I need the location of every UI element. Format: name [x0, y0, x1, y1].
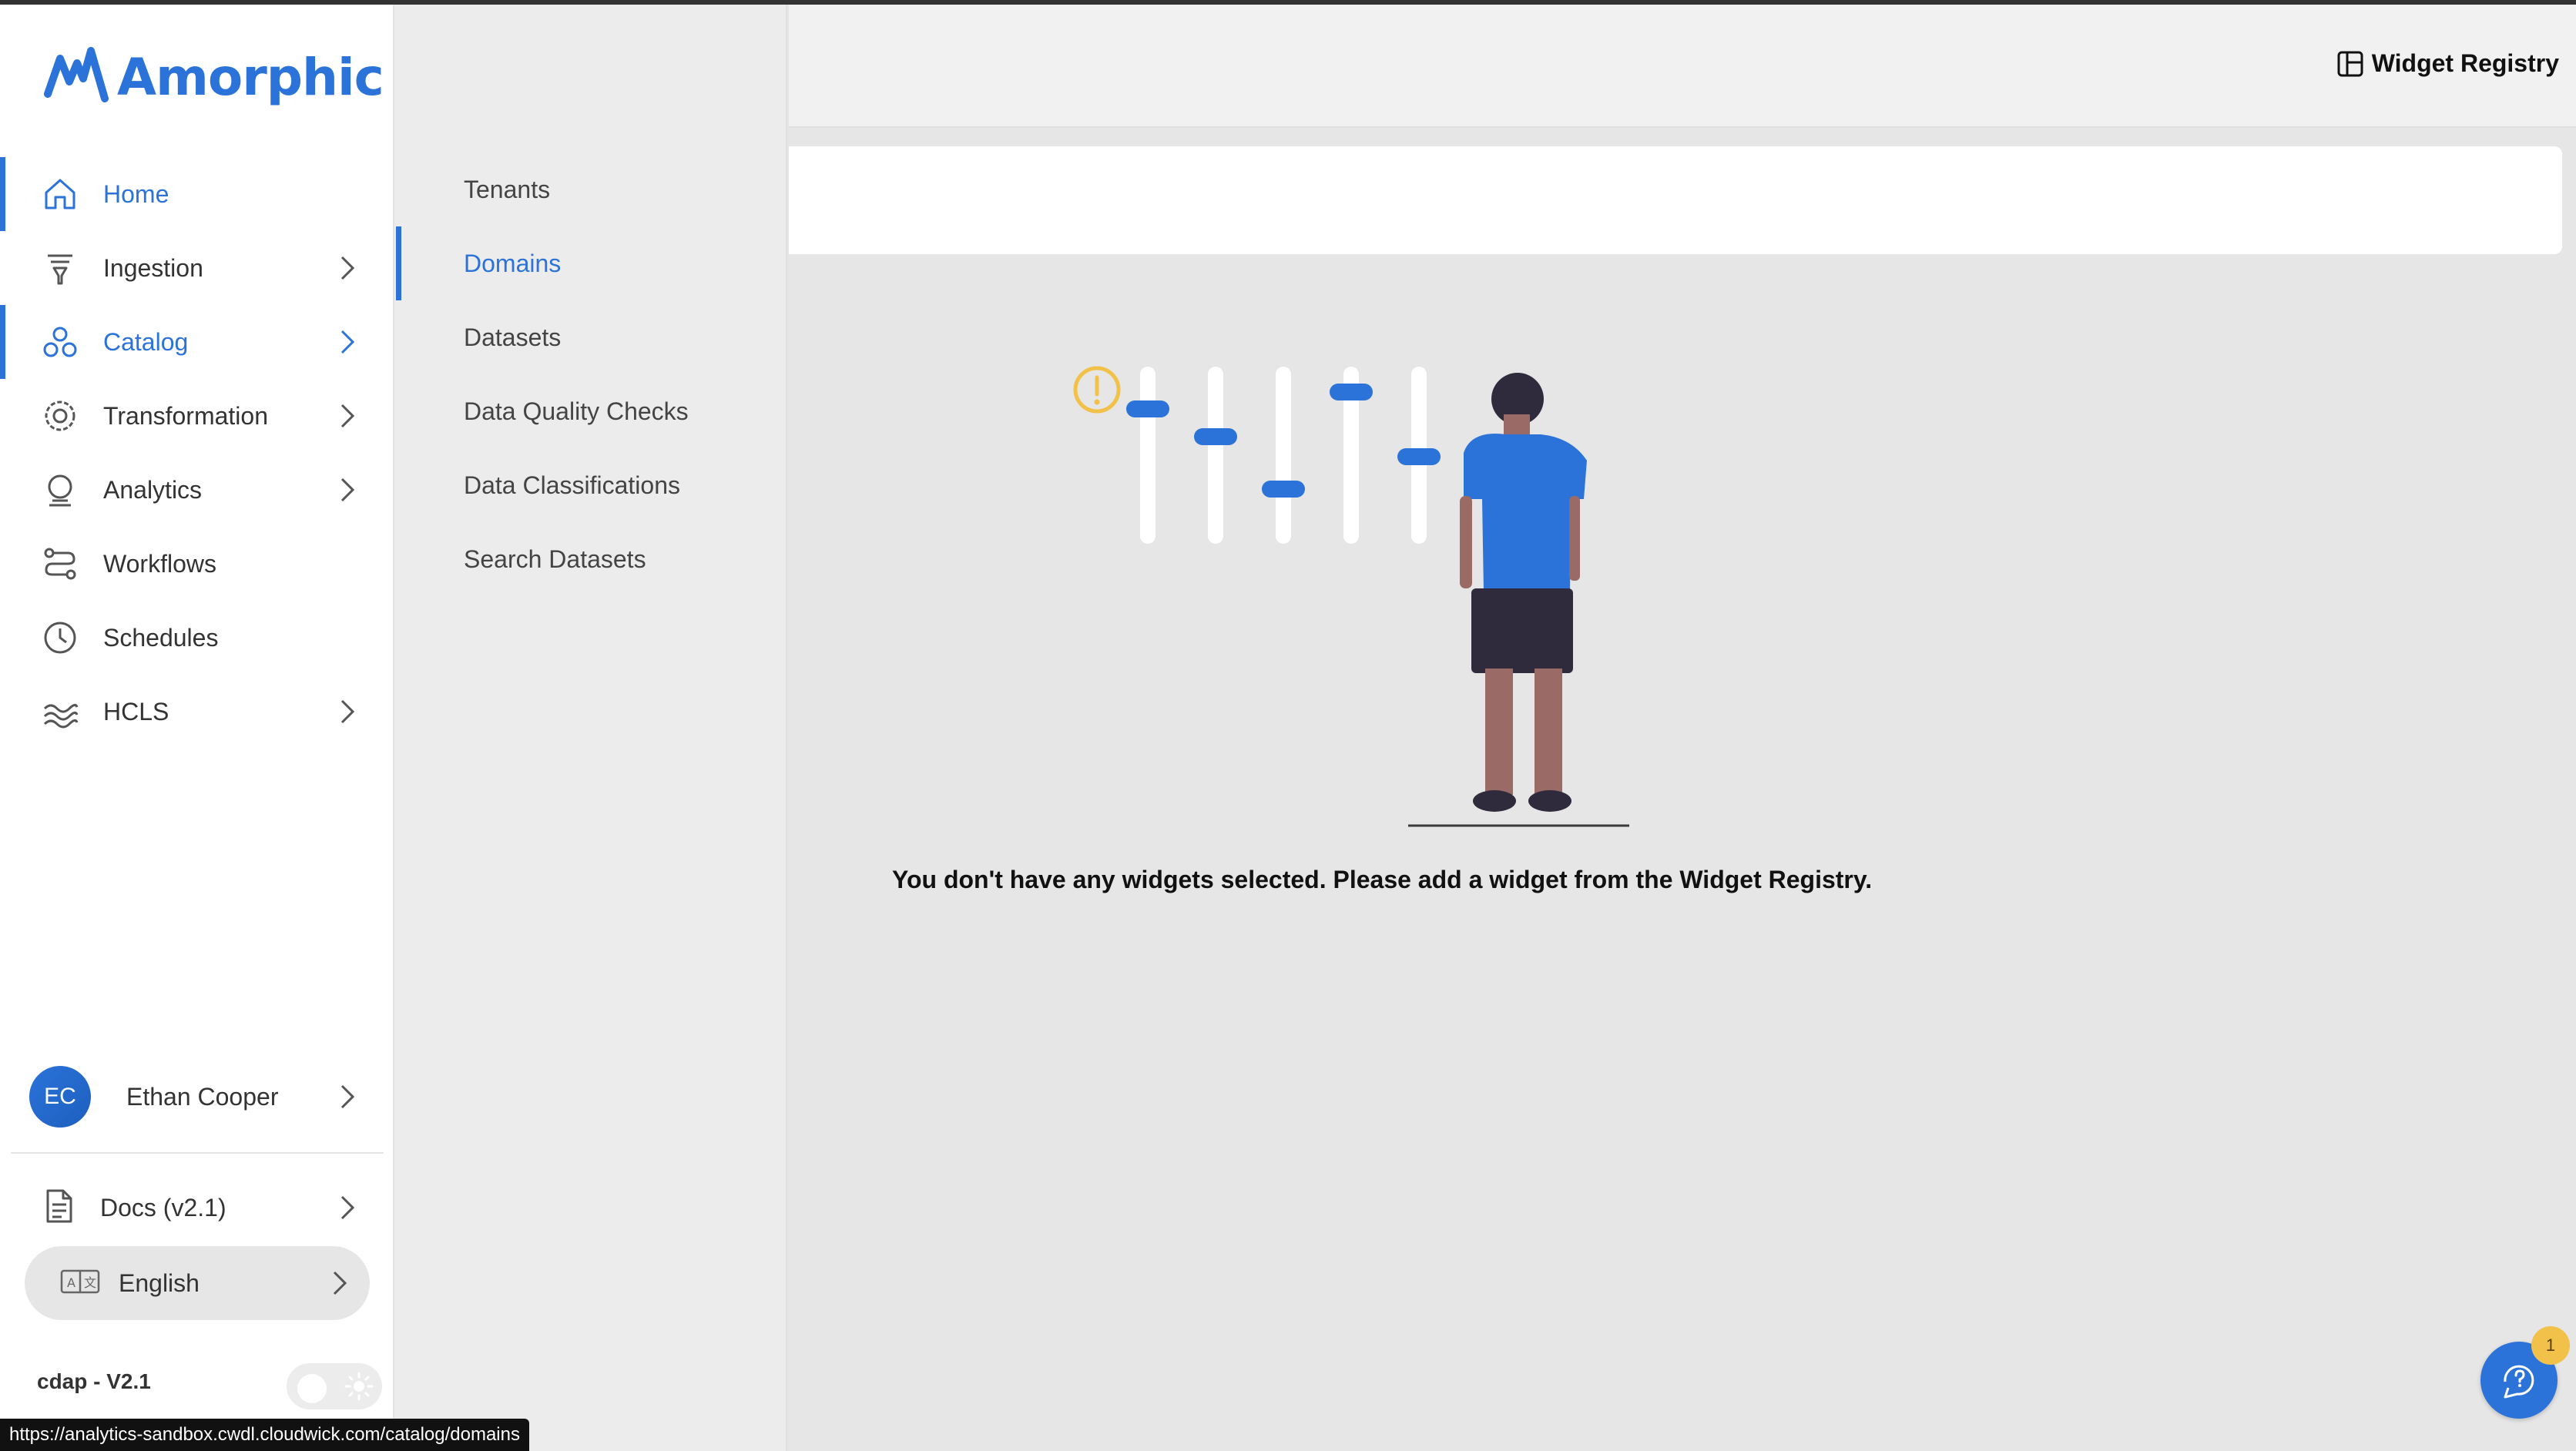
user-name: Ethan Cooper	[126, 1082, 279, 1111]
sidebar-item-label: Transformation	[103, 401, 268, 430]
toggle-knob	[297, 1374, 327, 1403]
docs-link[interactable]: Docs (v2.1)	[0, 1171, 393, 1245]
sidebar-item-label: Analytics	[103, 475, 203, 504]
app-version: cdap - V2.1	[37, 1369, 151, 1393]
sidebar-item-catalog[interactable]: Catalog	[0, 305, 393, 379]
warning-icon	[1073, 366, 1121, 414]
sidebar-item-workflows[interactable]: Workflows	[0, 527, 393, 601]
submenu-item-tenants[interactable]: Tenants	[394, 152, 786, 226]
sidebar-divider	[11, 1152, 384, 1154]
chevron-right-icon	[333, 1271, 347, 1295]
avatar: EC	[29, 1066, 91, 1128]
submenu-item-datasets[interactable]: Datasets	[394, 300, 786, 374]
sidebar-item-label: Ingestion	[103, 253, 203, 282]
sidebar-item-label: HCLS	[103, 697, 169, 726]
sidebar-item-label: Catalog	[103, 327, 189, 356]
empty-widgets-illustration	[1073, 366, 1629, 827]
docs-label: Docs (v2.1)	[100, 1193, 226, 1221]
person-figure	[1460, 373, 1587, 812]
widget-registry-label: Widget Registry	[2371, 49, 2559, 77]
submenu-item-search-datasets[interactable]: Search Datasets	[394, 522, 786, 596]
brand-logo[interactable]: Amorphic	[43, 45, 384, 109]
notification-badge: 1	[2531, 1326, 2570, 1365]
sidebar-item-label: Workflows	[103, 549, 216, 578]
main-nav: Home Ingestion Catalog Transformation An…	[0, 157, 393, 749]
empty-state-message: You don't have any widgets selected. Ple…	[892, 866, 1873, 893]
workflows-icon	[40, 544, 80, 584]
language-selector[interactable]: A文 English	[25, 1246, 370, 1320]
svg-text:文: 文	[84, 1275, 96, 1290]
sidebar: Amorphic Home Ingestion Catalog Transfor…	[0, 5, 394, 1451]
ingestion-icon	[40, 248, 80, 288]
theme-toggle[interactable]	[287, 1363, 382, 1409]
sidebar-item-analytics[interactable]: Analytics	[0, 453, 393, 527]
chevron-right-icon	[340, 699, 355, 724]
widget-registry-button[interactable]: Widget Registry	[2336, 49, 2559, 78]
submenu-item-domains[interactable]: Domains	[394, 226, 786, 300]
status-bar-url: https://analytics-sandbox.cwdl.cloudwick…	[0, 1419, 529, 1451]
schedules-icon	[40, 618, 80, 658]
sidebar-item-label: Schedules	[103, 623, 219, 652]
svg-text:A: A	[67, 1275, 75, 1290]
home-icon	[40, 174, 80, 214]
submenu-item-data-classifications[interactable]: Data Classifications	[394, 448, 786, 522]
sun-icon	[344, 1372, 374, 1401]
user-profile-menu[interactable]: EC Ethan Cooper	[0, 1060, 393, 1134]
sidebar-item-transformation[interactable]: Transformation	[0, 379, 393, 453]
analytics-icon	[40, 470, 80, 510]
sidebar-item-ingestion[interactable]: Ingestion	[0, 231, 393, 305]
language-label: English	[119, 1268, 200, 1297]
sidebar-item-schedules[interactable]: Schedules	[0, 601, 393, 675]
chevron-right-icon	[340, 478, 355, 502]
hcls-icon	[40, 692, 80, 732]
sidebar-item-hcls[interactable]: HCLS	[0, 675, 393, 749]
layout-icon	[2337, 51, 2363, 76]
chevron-right-icon	[340, 1084, 355, 1109]
catalog-icon	[40, 322, 80, 362]
transformation-icon	[40, 396, 80, 436]
chat-help-icon	[2504, 1365, 2534, 1399]
sidebar-item-home[interactable]: Home	[0, 157, 393, 231]
brand-name: Amorphic	[117, 47, 384, 107]
document-icon	[40, 1188, 77, 1228]
translate-icon: A文	[60, 1268, 100, 1299]
chevron-right-icon	[340, 330, 355, 354]
chevron-right-icon	[340, 1195, 355, 1220]
submenu-item-data-quality-checks[interactable]: Data Quality Checks	[394, 374, 786, 448]
dashboard-toolbar-panel	[789, 146, 2562, 254]
sidebar-item-label: Home	[103, 179, 169, 208]
amorphic-logo-icon	[44, 47, 109, 102]
top-bar: Widget Registry	[789, 5, 2576, 128]
chevron-right-icon	[340, 256, 355, 280]
catalog-submenu: Tenants Domains Datasets Data Quality Ch…	[394, 5, 787, 1451]
chevron-right-icon	[340, 404, 355, 428]
